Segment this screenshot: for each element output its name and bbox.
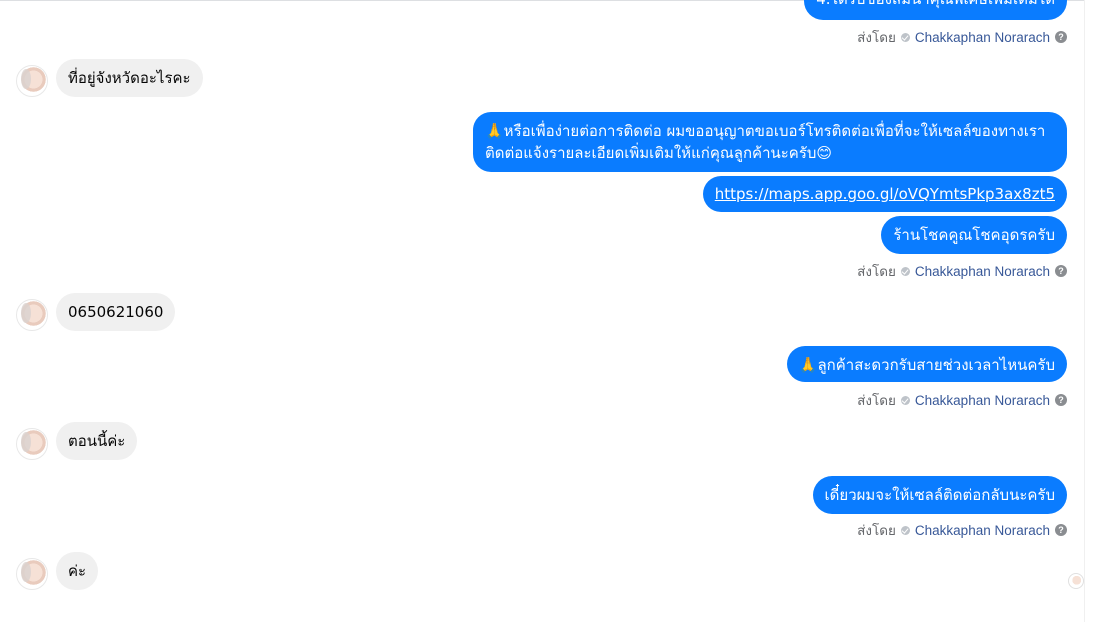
sent-by-meta: ส่งโดย Chakkaphan Norarach ? (857, 519, 1067, 541)
sent-by-meta: ส่งโดย Chakkaphan Norarach ? (857, 260, 1067, 282)
seen-avatar-icon (1068, 573, 1084, 589)
customer-avatar[interactable] (16, 65, 48, 97)
maps-link[interactable]: https://maps.app.goo.gl/oVQYmtsPkp3ax8zt… (715, 185, 1055, 203)
question-circle-icon[interactable]: ? (1055, 265, 1067, 277)
check-circle-icon (900, 32, 910, 42)
scrollbar[interactable] (1084, 0, 1099, 622)
sent-by-label: ส่งโดย (857, 393, 896, 408)
message-text: ร้านโชคคูณโชคอุดรครับ (893, 226, 1055, 244)
outgoing-message[interactable]: ร้านโชคคูณโชคอุดรครับ (881, 216, 1067, 254)
sent-by-label: ส่งโดย (857, 264, 896, 279)
sent-by-label: ส่งโดย (857, 30, 896, 45)
incoming-message[interactable]: ค่ะ (56, 552, 99, 590)
customer-avatar[interactable] (16, 299, 48, 331)
outgoing-message-link[interactable]: https://maps.app.goo.gl/oVQYmtsPkp3ax8zt… (702, 176, 1067, 212)
question-circle-icon[interactable]: ? (1055, 524, 1067, 536)
message-text-line: 🙏หรือเพื่อง่ายต่อการติดต่อ ผมขออนุญาตขอเ… (485, 122, 1046, 140)
customer-avatar[interactable] (16, 428, 48, 460)
check-circle-icon (900, 266, 910, 276)
question-circle-icon[interactable]: ? (1055, 394, 1067, 406)
sender-name[interactable]: Chakkaphan Norarach (915, 30, 1050, 45)
check-circle-icon (900, 525, 910, 535)
sent-by-label: ส่งโดย (857, 523, 896, 538)
message-text: เดี๋ยวผมจะให้เซลล์ติดต่อกลับนะครับ (824, 486, 1055, 504)
message-text-line: ติดต่อแจ้งรายละเอียดเพิ่มเติมให้แก่คุณลู… (485, 144, 833, 162)
question-circle-icon[interactable]: ? (1055, 31, 1067, 43)
outgoing-message[interactable]: เดี๋ยวผมจะให้เซลล์ติดต่อกลับนะครับ (812, 476, 1067, 514)
incoming-message[interactable]: ตอนนี้ค่ะ (56, 422, 138, 460)
message-thread: 4.ได้รับของสมนาคุณพิเศษเพิ่มเติมได้ ส่งโ… (0, 0, 1085, 622)
message-text: ตอนนี้ค่ะ (68, 432, 126, 450)
message-text: 4.ได้รับของสมนาคุณพิเศษเพิ่มเติมได้ (816, 0, 1055, 8)
message-text: 🙏ลูกค้าสะดวกรับสายช่วงเวลาไหนครับ (798, 356, 1055, 374)
outgoing-message[interactable]: 4.ได้รับของสมนาคุณพิเศษเพิ่มเติมได้ (804, 0, 1067, 20)
sent-by-meta: ส่งโดย Chakkaphan Norarach ? (857, 26, 1067, 48)
sender-name[interactable]: Chakkaphan Norarach (915, 523, 1050, 538)
outgoing-message[interactable]: 🙏หรือเพื่อง่ายต่อการติดต่อ ผมขออนุญาตขอเ… (473, 112, 1067, 172)
check-circle-icon (900, 395, 910, 405)
incoming-message[interactable]: 0650621060 (56, 293, 176, 331)
customer-avatar[interactable] (16, 558, 48, 590)
sender-name[interactable]: Chakkaphan Norarach (915, 264, 1050, 279)
sender-name[interactable]: Chakkaphan Norarach (915, 393, 1050, 408)
message-text: ที่อยู่จังหวัดอะไรคะ (68, 69, 191, 87)
sent-by-meta: ส่งโดย Chakkaphan Norarach ? (857, 389, 1067, 411)
message-text: ค่ะ (68, 562, 87, 580)
outgoing-message[interactable]: 🙏ลูกค้าสะดวกรับสายช่วงเวลาไหนครับ (786, 346, 1067, 382)
message-text: 0650621060 (68, 303, 164, 321)
incoming-message[interactable]: ที่อยู่จังหวัดอะไรคะ (56, 59, 203, 97)
